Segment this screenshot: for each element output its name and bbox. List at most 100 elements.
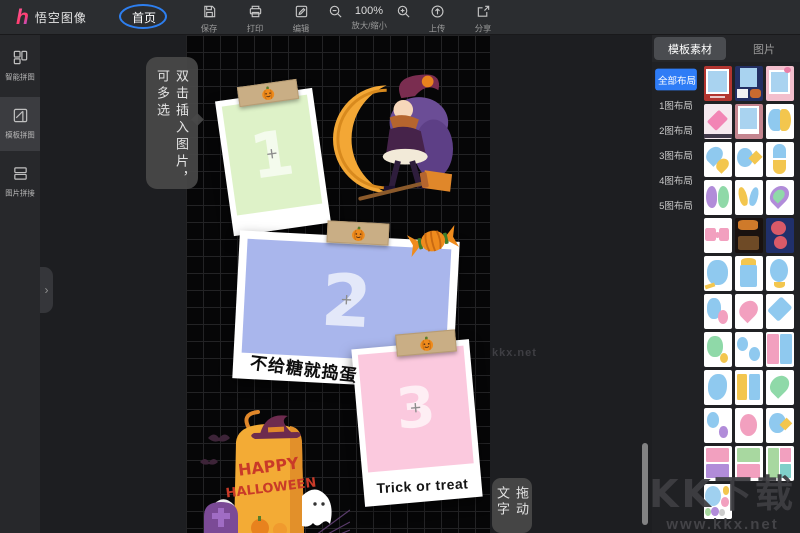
template-thumbnail[interactable] xyxy=(735,370,763,405)
thumbnail-shape xyxy=(719,426,728,437)
template-thumbnail[interactable] xyxy=(704,484,732,519)
app-logo: h 悟空图像 xyxy=(0,7,118,28)
thumbnail-shape xyxy=(710,96,726,98)
template-thumbnail[interactable] xyxy=(766,408,794,443)
template-thumbnail[interactable] xyxy=(704,142,732,177)
edit-button[interactable]: 编辑 xyxy=(280,0,322,35)
category-1-image[interactable]: 1图布局 xyxy=(655,94,697,116)
thumbnail-shape xyxy=(707,110,728,131)
zoom-out-button[interactable] xyxy=(326,4,344,19)
template-thumbnail[interactable] xyxy=(766,142,794,177)
print-icon xyxy=(248,4,263,19)
template-thumbnail[interactable] xyxy=(704,104,732,139)
tab-images[interactable]: 图片 xyxy=(728,35,800,62)
template-thumbnail[interactable] xyxy=(766,332,794,367)
thumbnail-shape xyxy=(766,372,793,399)
pumpkin-icon xyxy=(417,334,435,352)
sidebar-item-photo-stitch[interactable]: 图片拼接 xyxy=(0,155,40,209)
share-icon xyxy=(476,4,491,19)
design-artboard[interactable]: 1 + xyxy=(186,35,490,533)
save-button[interactable]: 保存 xyxy=(188,0,230,35)
zoom-out-icon xyxy=(328,4,343,19)
photo-stitch-icon xyxy=(12,165,29,182)
sidebar-item-smart-collage[interactable]: 智能拼图 xyxy=(0,39,40,93)
template-thumbnail[interactable] xyxy=(766,294,794,329)
thumbnail-shape xyxy=(721,497,729,507)
template-thumbnail[interactable] xyxy=(704,370,732,405)
thumbnail-shape xyxy=(740,414,758,436)
share-button[interactable]: 分享 xyxy=(462,0,504,35)
thumbnail-shape xyxy=(780,464,791,478)
home-button[interactable]: 首页 xyxy=(118,4,170,30)
template-thumbnail[interactable] xyxy=(735,66,763,101)
caption-english[interactable]: Trick or treat xyxy=(363,475,482,497)
zoom-in-button[interactable] xyxy=(394,4,412,19)
template-thumbnail[interactable] xyxy=(704,256,732,291)
category-4-image[interactable]: 4图布局 xyxy=(655,169,697,191)
template-thumbnail[interactable] xyxy=(766,104,794,139)
category-5-image[interactable]: 5图布局 xyxy=(655,194,697,216)
thumbnail-shape xyxy=(770,259,788,282)
edit-icon xyxy=(294,4,309,19)
home-label: 首页 xyxy=(132,9,156,26)
pumpkin-icon xyxy=(259,84,277,102)
template-thumbnail[interactable] xyxy=(704,294,732,329)
template-thumbnail[interactable] xyxy=(766,370,794,405)
category-2-image[interactable]: 2图布局 xyxy=(655,119,697,141)
template-thumbnail[interactable] xyxy=(735,218,763,253)
template-thumbnail[interactable] xyxy=(766,66,794,101)
template-thumbnail[interactable] xyxy=(766,180,794,215)
thumbnail-shape xyxy=(741,258,756,265)
frame-3-add-icon: + xyxy=(409,398,422,421)
sidebar-item-template-collage[interactable]: 模板拼图 xyxy=(0,97,40,151)
tab-template-materials[interactable]: 模板素材 xyxy=(654,37,726,60)
template-thumbnail[interactable] xyxy=(766,446,794,481)
photo-frame-3[interactable]: 3 + Trick or treat xyxy=(351,339,482,507)
category-all-layouts[interactable]: 全部布局 xyxy=(655,69,697,91)
halloween-tombstone-illustration: HAPPY HALLOWEEN xyxy=(198,410,350,533)
thumbnail-shape xyxy=(720,353,728,364)
template-thumbnail[interactable] xyxy=(735,446,763,481)
witch-moon-illustration xyxy=(333,68,455,216)
canvas-vertical-scrollbar[interactable] xyxy=(642,443,648,525)
thumbnail-shape xyxy=(704,283,714,290)
thumbnail-shape xyxy=(706,448,730,462)
thumbnail-shape xyxy=(767,296,792,321)
app-window: h 悟空图像 首页 保存 打印 编辑 xyxy=(0,0,800,533)
template-thumbnail[interactable] xyxy=(704,446,732,481)
template-thumbnail[interactable] xyxy=(766,256,794,291)
left-sidebar: 智能拼图 模板拼图 图片拼接 xyxy=(0,35,40,533)
template-thumbnail[interactable] xyxy=(735,180,763,215)
thumbnail-shape xyxy=(774,236,787,249)
thumbnail-shape xyxy=(780,334,792,363)
template-thumbnail[interactable] xyxy=(735,256,763,291)
thumbnail-shape xyxy=(707,412,719,427)
photo-frame-1[interactable]: 1 + xyxy=(215,88,331,236)
template-thumbnail[interactable] xyxy=(704,218,732,253)
zoom-in-icon xyxy=(396,4,411,19)
template-thumbnail[interactable] xyxy=(735,408,763,443)
panel-collapse-handle[interactable]: › xyxy=(40,267,53,313)
template-thumbnail[interactable] xyxy=(766,218,794,253)
chevron-right-icon: › xyxy=(45,283,49,297)
thumbnail-shape xyxy=(719,228,730,241)
template-thumbnail[interactable] xyxy=(735,294,763,329)
thumbnail-shape xyxy=(706,186,718,208)
template-thumbnail[interactable] xyxy=(704,180,732,215)
template-thumbnail[interactable] xyxy=(735,104,763,139)
template-thumbnail[interactable] xyxy=(735,332,763,367)
save-icon xyxy=(202,4,217,19)
upload-button[interactable]: 上传 xyxy=(416,0,458,35)
template-thumbnail[interactable] xyxy=(735,142,763,177)
template-thumbnail[interactable] xyxy=(704,66,732,101)
template-thumbnail[interactable] xyxy=(704,408,732,443)
thumbnail-shape xyxy=(718,310,728,324)
thumbnail-shape xyxy=(740,265,757,287)
thumbnail-shape xyxy=(704,134,732,139)
print-button[interactable]: 打印 xyxy=(234,0,276,35)
template-thumbnail[interactable] xyxy=(704,332,732,367)
insert-hint-tooltip: 双击插入图片，可多选 xyxy=(146,57,198,189)
canvas-area: › 1 + xyxy=(40,35,652,533)
thumbnail-shape xyxy=(750,89,761,99)
category-3-image[interactable]: 3图布局 xyxy=(655,144,697,166)
